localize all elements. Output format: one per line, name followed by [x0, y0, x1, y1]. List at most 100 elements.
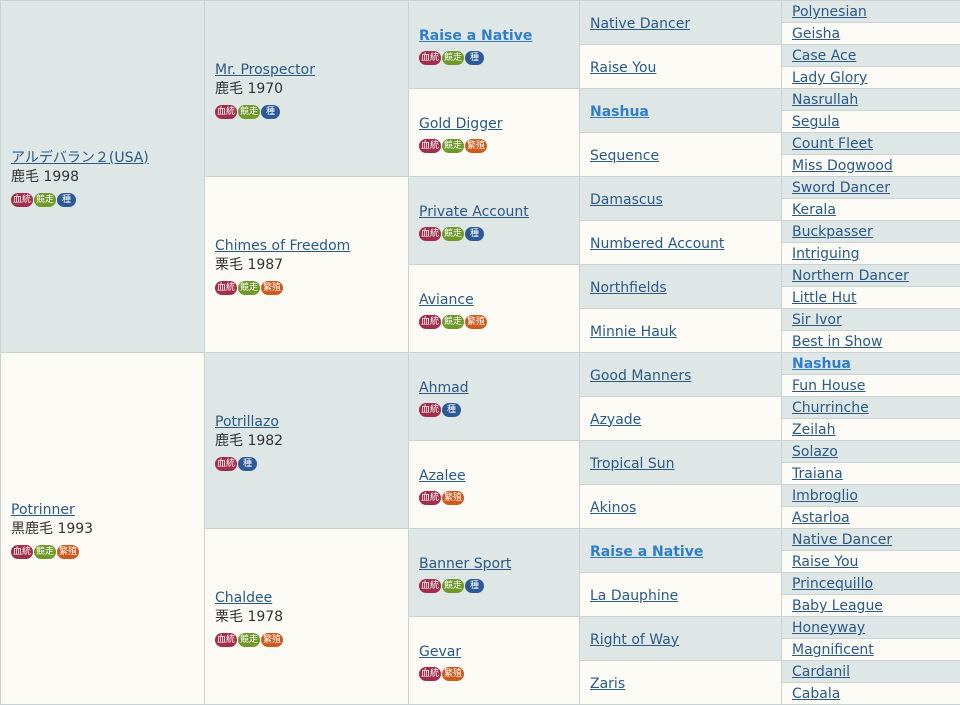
horse-name-link[interactable]: Chimes of Freedom [215, 238, 350, 254]
badge-kettou[interactable]: 血統 [215, 457, 237, 471]
horse-name-link[interactable]: Miss Dogwood [792, 158, 893, 174]
horse-name-link[interactable]: Cardanil [792, 664, 850, 680]
horse-name-link[interactable]: Sword Dancer [792, 180, 890, 196]
horse-name-link[interactable]: Churrinche [792, 400, 869, 416]
badge-kettou[interactable]: 血統 [11, 545, 33, 559]
badge-shu[interactable]: 種 [465, 227, 484, 241]
horse-name-link[interactable]: Geisha [792, 26, 840, 42]
horse-name-link[interactable]: Damascus [590, 192, 663, 208]
horse-name-link[interactable]: Sir Ivor [792, 312, 842, 328]
badge-kettou[interactable]: 血統 [11, 193, 33, 207]
badge-kyousou[interactable]: 競走 [442, 227, 464, 241]
horse-name-link[interactable]: Tropical Sun [590, 456, 675, 472]
badge-kyousou[interactable]: 競走 [34, 193, 56, 207]
badge-kyousou[interactable]: 競走 [34, 545, 56, 559]
horse-name-link[interactable]: Nashua [792, 356, 851, 372]
badge-hanshoku[interactable]: 繁殖 [442, 491, 464, 505]
badge-hanshoku[interactable]: 繁殖 [465, 139, 487, 153]
badge-kettou[interactable]: 血統 [419, 51, 441, 65]
horse-name-link[interactable]: Magnificent [792, 642, 874, 658]
badge-hanshoku[interactable]: 繁殖 [57, 545, 79, 559]
horse-name-link[interactable]: Azalee [419, 468, 466, 484]
badge-shu[interactable]: 種 [238, 457, 257, 471]
badge-kettou[interactable]: 血統 [419, 315, 441, 329]
badge-kettou[interactable]: 血統 [215, 105, 237, 119]
horse-name-link[interactable]: Fun House [792, 378, 865, 394]
badge-hanshoku[interactable]: 繁殖 [465, 315, 487, 329]
badge-hanshoku[interactable]: 繁殖 [442, 667, 464, 681]
badge-shu[interactable]: 種 [465, 51, 484, 65]
badge-kettou[interactable]: 血統 [419, 667, 441, 681]
horse-name-link[interactable]: Native Dancer [590, 16, 690, 32]
horse-name-link[interactable]: Count Fleet [792, 136, 873, 152]
horse-name-link[interactable]: Raise a Native [590, 544, 703, 560]
horse-name-link[interactable]: Case Ace [792, 48, 856, 64]
horse-name-link[interactable]: Lady Glory [792, 70, 867, 86]
badge-shu[interactable]: 種 [465, 579, 484, 593]
badge-kettou[interactable]: 血統 [419, 579, 441, 593]
horse-name-link[interactable]: アルデバラン２(USA) [11, 150, 149, 166]
horse-name-link[interactable]: Polynesian [792, 4, 867, 20]
horse-name-link[interactable]: Baby League [792, 598, 883, 614]
horse-name-link[interactable]: Sequence [590, 148, 659, 164]
horse-name-link[interactable]: Buckpasser [792, 224, 873, 240]
horse-name-link[interactable]: Raise You [590, 60, 656, 76]
horse-name-link[interactable]: Imbroglio [792, 488, 858, 504]
badge-kettou[interactable]: 血統 [419, 139, 441, 153]
horse-name-link[interactable]: Good Manners [590, 368, 691, 384]
horse-name-link[interactable]: Chaldee [215, 590, 272, 606]
badge-shu[interactable]: 種 [261, 105, 280, 119]
badge-kyousou[interactable]: 競走 [442, 139, 464, 153]
badge-hanshoku[interactable]: 繁殖 [261, 633, 283, 647]
horse-name-link[interactable]: Segula [792, 114, 840, 130]
horse-name-link[interactable]: Potrinner [11, 502, 75, 518]
horse-name-link[interactable]: Akinos [590, 500, 636, 516]
horse-name-link[interactable]: Raise You [792, 554, 858, 570]
horse-name-link[interactable]: Minnie Hauk [590, 324, 677, 340]
horse-name-link[interactable]: Nashua [590, 104, 649, 120]
badge-kyousou[interactable]: 競走 [442, 51, 464, 65]
horse-name-link[interactable]: Private Account [419, 204, 529, 220]
horse-name-link[interactable]: Azyade [590, 412, 641, 428]
badge-kettou[interactable]: 血統 [419, 491, 441, 505]
horse-name-link[interactable]: Mr. Prospector [215, 62, 315, 78]
horse-name-link[interactable]: Kerala [792, 202, 836, 218]
horse-name-link[interactable]: Little Hut [792, 290, 857, 306]
horse-name-link[interactable]: Raise a Native [419, 28, 532, 44]
horse-name-link[interactable]: Intriguing [792, 246, 860, 262]
horse-name-link[interactable]: Northfields [590, 280, 667, 296]
horse-name-link[interactable]: Princequillo [792, 576, 873, 592]
horse-name-link[interactable]: Best in Show [792, 334, 882, 350]
horse-name-link[interactable]: Traiana [792, 466, 843, 482]
badge-hanshoku[interactable]: 繁殖 [261, 281, 283, 295]
horse-name-link[interactable]: La Dauphine [590, 588, 678, 604]
horse-name-link[interactable]: Astarloa [792, 510, 850, 526]
horse-name-link[interactable]: Potrillazo [215, 414, 279, 430]
horse-name-link[interactable]: Northern Dancer [792, 268, 909, 284]
horse-name-link[interactable]: Banner Sport [419, 556, 511, 572]
badge-kettou[interactable]: 血統 [215, 633, 237, 647]
badge-kyousou[interactable]: 競走 [238, 281, 260, 295]
horse-name-link[interactable]: Aviance [419, 292, 474, 308]
horse-name-link[interactable]: Ahmad [419, 380, 469, 396]
badge-kyousou[interactable]: 競走 [238, 633, 260, 647]
horse-name-link[interactable]: Numbered Account [590, 236, 724, 252]
horse-name-link[interactable]: Native Dancer [792, 532, 892, 548]
horse-name-link[interactable]: Solazo [792, 444, 838, 460]
horse-name-link[interactable]: Gold Digger [419, 116, 502, 132]
horse-name-link[interactable]: Gevar [419, 644, 461, 660]
horse-name-link[interactable]: Honeyway [792, 620, 865, 636]
horse-name-link[interactable]: Zeilah [792, 422, 835, 438]
horse-name-link[interactable]: Cabala [792, 686, 840, 702]
horse-name-link[interactable]: Nasrullah [792, 92, 858, 108]
badge-shu[interactable]: 種 [57, 193, 76, 207]
badge-kyousou[interactable]: 競走 [238, 105, 260, 119]
horse-name-link[interactable]: Right of Way [590, 632, 679, 648]
badge-shu[interactable]: 種 [442, 403, 461, 417]
badge-kettou[interactable]: 血統 [419, 227, 441, 241]
badge-kettou[interactable]: 血統 [215, 281, 237, 295]
badge-kyousou[interactable]: 競走 [442, 579, 464, 593]
badge-kettou[interactable]: 血統 [419, 403, 441, 417]
horse-name-link[interactable]: Zaris [590, 676, 625, 692]
badge-kyousou[interactable]: 競走 [442, 315, 464, 329]
